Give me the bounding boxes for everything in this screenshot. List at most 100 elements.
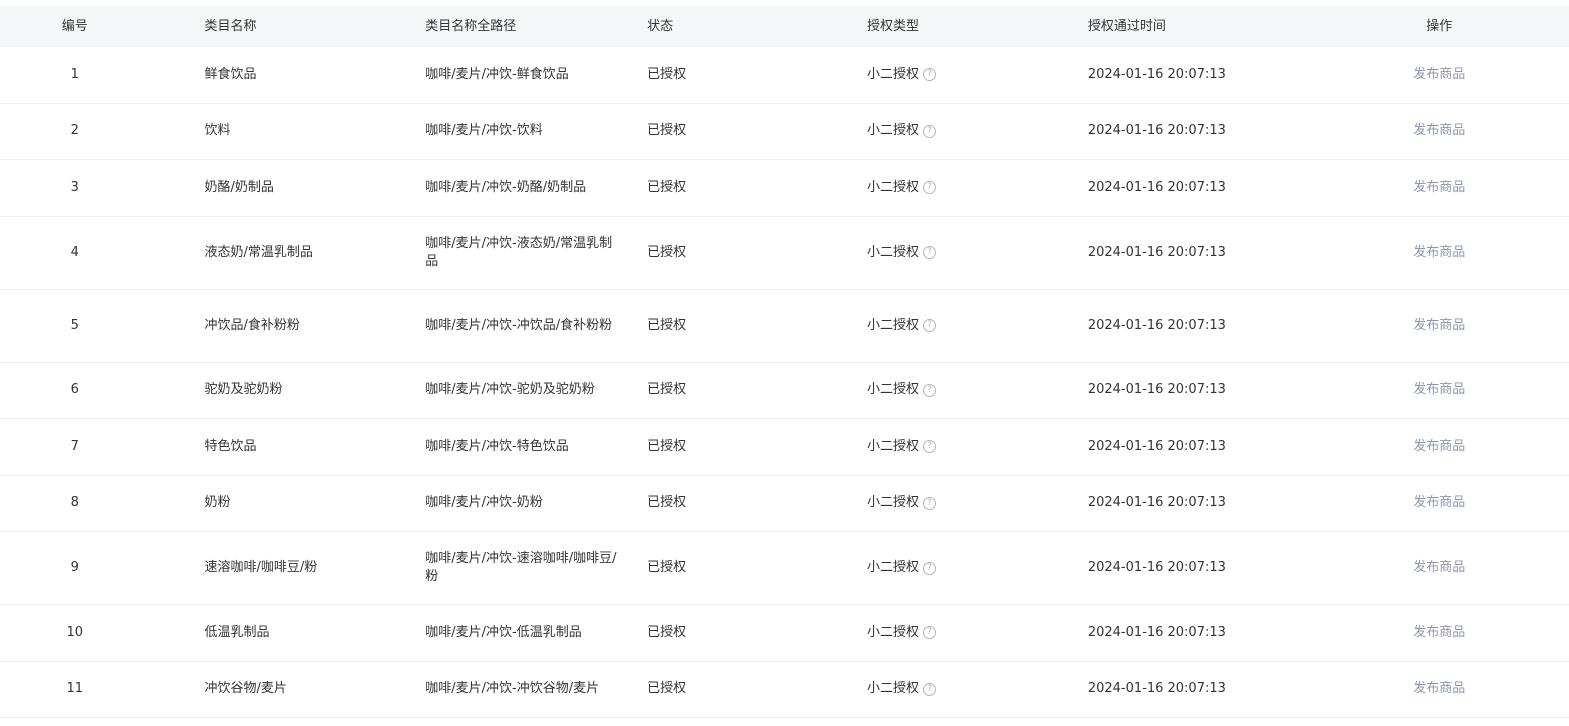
question-circle-icon[interactable]: ? (923, 319, 937, 332)
row-type: 小二授权 ? (867, 179, 1088, 197)
row-time: 2024-01-16 20:07:13 (1087, 317, 1226, 333)
row-path: 咖啡/麦片/冲饮-冲饮谷物/麦片 (425, 681, 600, 697)
table-row: 3 奶酪/奶制品 咖啡/麦片/冲饮-奶酪/奶制品 已授权 小二授权 ? 2024… (0, 160, 1569, 217)
table-row: 6 驼奶及驼奶粉 咖啡/麦片/冲饮-驼奶及驼奶粉 已授权 小二授权 ? 2024… (0, 362, 1569, 419)
row-name: 奶粉 (204, 495, 231, 511)
row-status: 已授权 (647, 66, 687, 82)
question-circle-icon[interactable]: ? (923, 496, 937, 510)
row-type: 小二授权 ? (867, 244, 1088, 262)
header-op: 操作 (1426, 18, 1453, 34)
row-path: 咖啡/麦片/冲饮-速溶咖啡/咖啡豆/粉 (425, 551, 617, 584)
row-type-label: 小二授权 (867, 179, 920, 195)
publish-product-link[interactable]: 发布商品 (1413, 439, 1465, 454)
publish-product-link[interactable]: 发布商品 (1413, 67, 1465, 82)
question-circle-icon[interactable]: ? (923, 124, 937, 138)
row-path: 咖啡/麦片/冲饮-低温乳制品 (425, 624, 582, 640)
row-type: 小二授权 ? (867, 66, 1088, 84)
row-type-label: 小二授权 (867, 624, 920, 640)
row-status: 已授权 (647, 382, 687, 398)
row-op: 发布商品 (1310, 680, 1569, 698)
question-circle-icon[interactable]: ? (923, 682, 937, 696)
row-path: 咖啡/麦片/冲饮-特色饮品 (425, 438, 569, 454)
row-status: 已授权 (647, 560, 687, 575)
question-circle-icon[interactable]: ? (923, 246, 937, 259)
row-status: 已授权 (647, 244, 687, 260)
question-circle-icon[interactable]: ? (923, 561, 937, 575)
publish-product-link[interactable]: 发布商品 (1413, 625, 1465, 640)
header-type: 授权类型 (867, 18, 920, 34)
header-time: 授权通过时间 (1087, 18, 1166, 34)
row-op: 发布商品 (1310, 244, 1569, 262)
row-path: 咖啡/麦片/冲饮-驼奶及驼奶粉 (425, 382, 595, 398)
row-op: 发布商品 (1310, 66, 1569, 84)
row-name: 冲饮谷物/麦片 (204, 681, 287, 697)
row-status: 已授权 (647, 438, 687, 454)
row-no: 4 (70, 244, 79, 260)
row-name: 驼奶及驼奶粉 (204, 382, 283, 398)
row-type-label: 小二授权 (867, 66, 920, 82)
row-no: 2 (70, 123, 79, 139)
row-type: 小二授权 ? (867, 494, 1088, 512)
row-type: 小二授权 ? (867, 559, 1088, 577)
row-no: 9 (70, 560, 79, 575)
row-time: 2024-01-16 20:07:13 (1087, 681, 1226, 697)
row-type-label: 小二授权 (867, 560, 920, 575)
row-op: 发布商品 (1310, 624, 1569, 642)
publish-product-link[interactable]: 发布商品 (1413, 123, 1465, 138)
table-row: 5 冲饮品/食补粉粉 咖啡/麦片/冲饮-冲饮品/食补粉粉 已授权 小二授权 ? … (0, 289, 1569, 363)
table-row: 9 速溶咖啡/咖啡豆/粉 咖啡/麦片/冲饮-速溶咖啡/咖啡豆/粉 已授权 小二授… (0, 532, 1569, 605)
row-name: 冲饮品/食补粉粉 (204, 317, 300, 333)
row-no: 7 (70, 438, 79, 454)
row-no: 1 (70, 66, 79, 82)
row-type-label: 小二授权 (867, 244, 920, 260)
row-time: 2024-01-16 20:07:13 (1087, 624, 1226, 640)
row-path: 咖啡/麦片/冲饮-饮料 (425, 123, 543, 139)
row-name: 速溶咖啡/咖啡豆/粉 (204, 560, 318, 575)
publish-product-link[interactable]: 发布商品 (1413, 495, 1465, 510)
row-type: 小二授权 ? (867, 624, 1088, 642)
row-no: 6 (70, 382, 79, 398)
question-circle-icon[interactable]: ? (923, 440, 937, 454)
row-status: 已授权 (647, 123, 687, 139)
question-circle-icon[interactable]: ? (923, 626, 937, 640)
question-circle-icon[interactable]: ? (923, 383, 937, 397)
row-status: 已授权 (647, 681, 687, 697)
row-op: 发布商品 (1310, 559, 1569, 577)
row-time: 2024-01-16 20:07:13 (1087, 66, 1226, 82)
row-time: 2024-01-16 20:07:13 (1087, 123, 1226, 139)
row-path: 咖啡/麦片/冲饮-液态奶/常温乳制品 (425, 235, 613, 269)
header-no: 编号 (61, 18, 88, 34)
row-no: 5 (70, 317, 79, 333)
row-time: 2024-01-16 20:07:13 (1087, 179, 1226, 195)
row-name: 液态奶/常温乳制品 (204, 244, 313, 260)
row-status: 已授权 (647, 495, 687, 511)
row-path: 咖啡/麦片/冲饮-奶酪/奶制品 (425, 179, 587, 195)
row-type: 小二授权 ? (867, 381, 1088, 399)
row-path: 咖啡/麦片/冲饮-奶粉 (425, 495, 543, 511)
publish-product-link[interactable]: 发布商品 (1413, 681, 1465, 696)
table-row: 2 饮料 咖啡/麦片/冲饮-饮料 已授权 小二授权 ? 2024-01-16 2… (0, 103, 1569, 160)
publish-product-link[interactable]: 发布商品 (1413, 245, 1465, 260)
row-time: 2024-01-16 20:07:13 (1087, 560, 1226, 575)
header-path: 类目名称全路径 (425, 18, 517, 34)
row-time: 2024-01-16 20:07:13 (1087, 382, 1226, 398)
row-status: 已授权 (647, 624, 687, 640)
row-op: 发布商品 (1310, 381, 1569, 399)
row-type-label: 小二授权 (867, 317, 920, 333)
table-row: 1 鲜食饮品 咖啡/麦片/冲饮-鲜食饮品 已授权 小二授权 ? 2024-01-… (0, 47, 1569, 104)
publish-product-link[interactable]: 发布商品 (1413, 318, 1465, 333)
row-type-label: 小二授权 (867, 495, 920, 511)
row-type: 小二授权 ? (867, 122, 1088, 140)
question-circle-icon[interactable]: ? (923, 181, 937, 195)
publish-product-link[interactable]: 发布商品 (1413, 382, 1465, 397)
question-circle-icon[interactable]: ? (923, 68, 937, 82)
publish-product-link[interactable]: 发布商品 (1413, 180, 1465, 195)
row-type: 小二授权 ? (867, 680, 1088, 698)
row-name: 低温乳制品 (204, 624, 270, 640)
row-no: 11 (66, 681, 83, 697)
publish-product-link[interactable]: 发布商品 (1413, 560, 1465, 575)
table-row: 8 奶粉 咖啡/麦片/冲饮-奶粉 已授权 小二授权 ? 2024-01-16 2… (0, 475, 1569, 532)
row-status: 已授权 (647, 317, 687, 333)
row-name: 鲜食饮品 (204, 66, 257, 82)
row-time: 2024-01-16 20:07:13 (1087, 438, 1226, 454)
